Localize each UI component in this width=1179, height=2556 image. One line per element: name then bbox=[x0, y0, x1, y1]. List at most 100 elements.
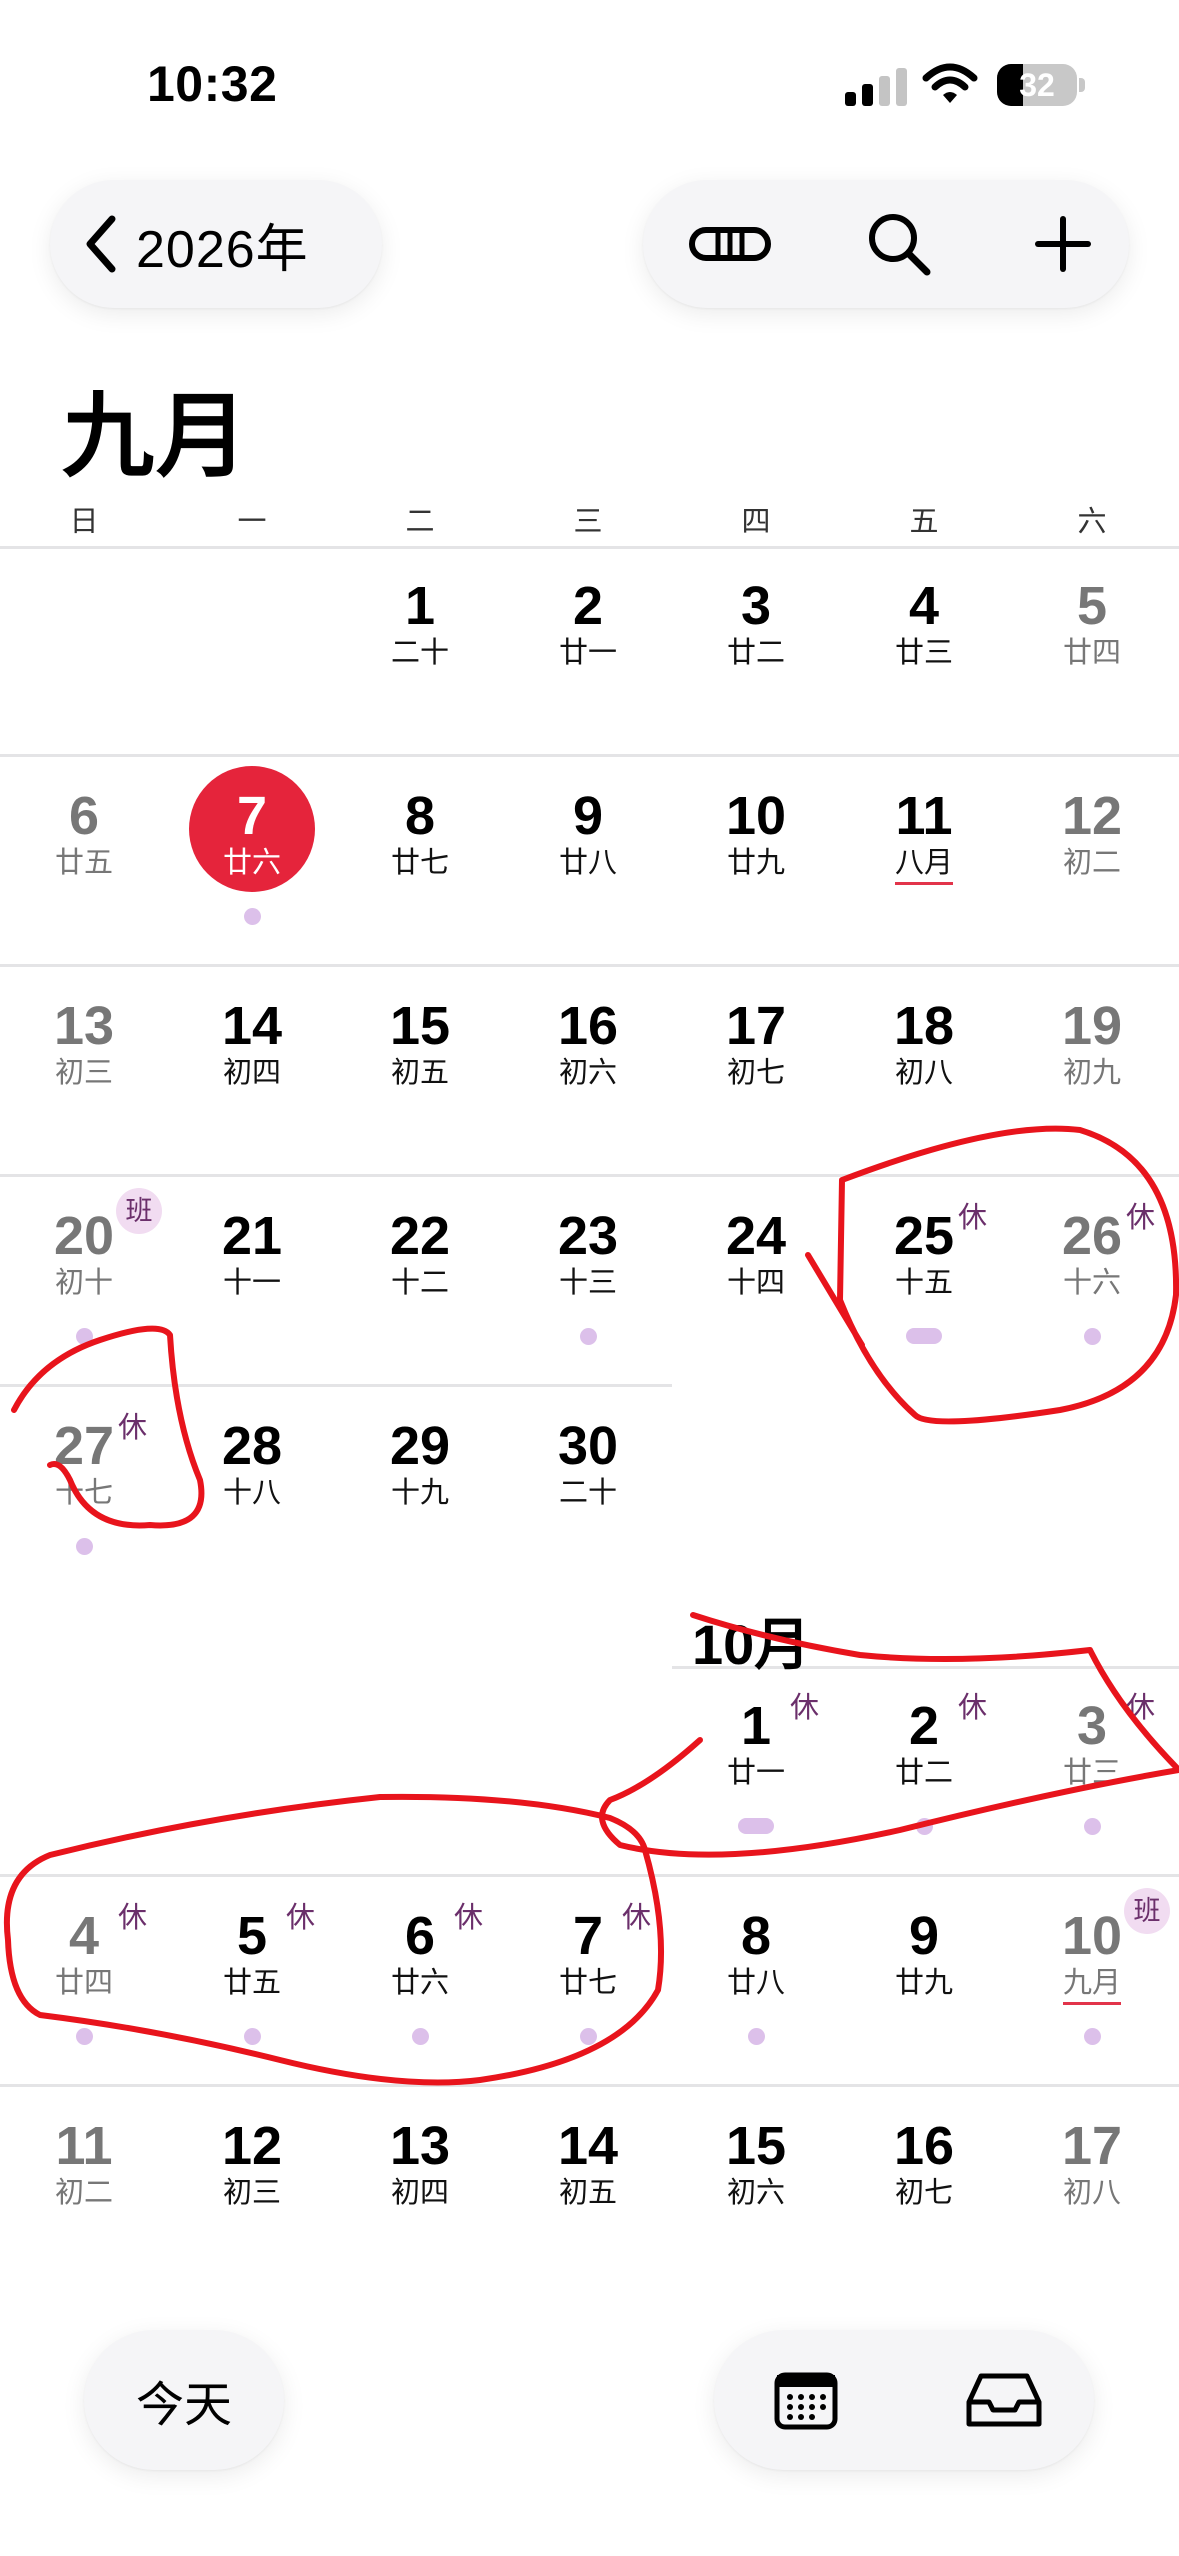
event-dot bbox=[738, 1818, 774, 1834]
battery-nub bbox=[1079, 78, 1085, 92]
day-cell[interactable]: 2 廿二休 bbox=[840, 1668, 1008, 1835]
day-cell[interactable]: 28 十八 bbox=[168, 1388, 336, 1518]
day-cell[interactable]: 13 初四 bbox=[336, 2088, 504, 2218]
day-cell[interactable]: 3 廿二 bbox=[672, 548, 840, 678]
day-cell-today[interactable]: 7 廿六 bbox=[168, 758, 336, 925]
grid-line bbox=[0, 964, 1179, 967]
today-button[interactable]: 今天 bbox=[84, 2330, 284, 2470]
search-button[interactable] bbox=[859, 204, 939, 284]
workday-badge: 班 bbox=[1124, 1888, 1170, 1934]
weekday-header: 日 一 二 三 四 五 六 bbox=[0, 498, 1179, 546]
day-cell[interactable]: 16 初七 bbox=[840, 2088, 1008, 2218]
day-cell[interactable]: 15 初五 bbox=[336, 968, 504, 1098]
day-cell[interactable]: 25 十五休 bbox=[840, 1178, 1008, 1344]
day-number: 16 bbox=[557, 996, 619, 1056]
day-cell[interactable]: 11 初二 bbox=[0, 2088, 168, 2218]
day-number: 28 bbox=[221, 1416, 283, 1476]
cellular-signal-icon bbox=[845, 66, 907, 106]
day-cell[interactable]: 17 初七 bbox=[672, 968, 840, 1098]
status-time: 10:32 bbox=[147, 56, 278, 112]
lunar-date: 廿八 bbox=[726, 1967, 785, 1999]
day-number: 15 bbox=[389, 996, 451, 1056]
lunar-date: 十一 bbox=[222, 1267, 281, 1299]
lunar-date: 十九 bbox=[390, 1477, 449, 1509]
day-cell[interactable]: 19 初九 bbox=[1008, 968, 1176, 1098]
day-cell[interactable]: 12 初三 bbox=[168, 2088, 336, 2218]
day-cell[interactable]: 7 廿七休 bbox=[504, 1878, 672, 2045]
day-cell[interactable]: 4 廿四休 bbox=[0, 1878, 168, 2045]
day-cell[interactable]: 26 十六休 bbox=[1008, 1178, 1176, 1345]
lunar-date: 二十 bbox=[558, 1477, 617, 1509]
holiday-badge: 休 bbox=[958, 1692, 988, 1724]
lunar-date: 初十 bbox=[54, 1267, 113, 1299]
day-cell[interactable]: 10 九月班 bbox=[1008, 1878, 1176, 2045]
lunar-date: 廿二 bbox=[726, 637, 785, 669]
day-number: 9 bbox=[572, 786, 604, 846]
day-cell[interactable]: 12 初二 bbox=[1008, 758, 1176, 888]
day-cell[interactable]: 27 十七休 bbox=[0, 1388, 168, 1555]
search-icon bbox=[869, 214, 931, 276]
lunar-date: 十四 bbox=[726, 1267, 785, 1299]
wifi-icon bbox=[922, 63, 978, 103]
day-cell[interactable]: 10 廿九 bbox=[672, 758, 840, 888]
event-dot bbox=[580, 1328, 597, 1345]
day-cell[interactable]: 15 初六 bbox=[672, 2088, 840, 2218]
day-cell[interactable]: 20 初十班 bbox=[0, 1178, 168, 1345]
view-toggle-button[interactable] bbox=[680, 204, 780, 284]
grid-line bbox=[0, 2084, 1179, 2087]
day-cell[interactable]: 1 廿一休 bbox=[672, 1668, 840, 1834]
day-cell[interactable]: 6 廿五 bbox=[0, 758, 168, 888]
day-cell[interactable]: 13 初三 bbox=[0, 968, 168, 1098]
day-number: 12 bbox=[1061, 786, 1123, 846]
day-cell[interactable]: 29 十九 bbox=[336, 1388, 504, 1518]
day-number: 8 bbox=[740, 1906, 772, 1966]
lunar-date: 廿九 bbox=[726, 847, 785, 879]
day-cell[interactable]: 16 初六 bbox=[504, 968, 672, 1098]
day-cell[interactable]: 9 廿九 bbox=[840, 1878, 1008, 2008]
lunar-date: 初四 bbox=[222, 1057, 281, 1089]
back-to-year-button[interactable]: 2026年 bbox=[50, 180, 382, 308]
day-cell[interactable]: 8 廿八 bbox=[672, 1878, 840, 2045]
lunar-date: 初五 bbox=[558, 2177, 617, 2209]
inbox-button[interactable] bbox=[964, 2360, 1044, 2440]
day-number: 11 bbox=[895, 786, 953, 846]
day-cell[interactable]: 21 十一 bbox=[168, 1178, 336, 1308]
day-cell[interactable]: 5 廿四 bbox=[1008, 548, 1176, 678]
day-cell[interactable]: 30 二十 bbox=[504, 1388, 672, 1518]
day-cell[interactable]: 23 十三 bbox=[504, 1178, 672, 1345]
day-number: 7 bbox=[236, 786, 268, 846]
grid-line bbox=[0, 1174, 1179, 1177]
day-cell[interactable]: 14 初四 bbox=[168, 968, 336, 1098]
day-cell[interactable]: 1 二十 bbox=[336, 548, 504, 678]
lunar-date: 廿六 bbox=[390, 1967, 449, 1999]
lunar-date: 十七 bbox=[54, 1477, 113, 1509]
weekday-fri: 五 bbox=[909, 506, 939, 538]
day-cell[interactable]: 22 十二 bbox=[336, 1178, 504, 1308]
lunar-date: 十六 bbox=[1062, 1267, 1121, 1299]
lunar-date: 初三 bbox=[54, 1057, 113, 1089]
day-cell[interactable]: 9 廿八 bbox=[504, 758, 672, 888]
lunar-date: 十八 bbox=[222, 1477, 281, 1509]
lunar-date: 廿四 bbox=[54, 1967, 113, 1999]
event-dot bbox=[580, 2028, 597, 2045]
calendars-button[interactable] bbox=[766, 2360, 846, 2440]
event-dot bbox=[244, 2028, 261, 2045]
day-cell[interactable]: 5 廿五休 bbox=[168, 1878, 336, 2045]
day-cell[interactable]: 6 廿六休 bbox=[336, 1878, 504, 2045]
day-number: 19 bbox=[1061, 996, 1123, 1056]
lunar-date: 初六 bbox=[558, 1057, 617, 1089]
today-label: 今天 bbox=[135, 2379, 232, 2432]
day-number: 8 bbox=[404, 786, 436, 846]
day-cell[interactable]: 18 初八 bbox=[840, 968, 1008, 1098]
day-cell[interactable]: 4 廿三 bbox=[840, 548, 1008, 678]
day-cell[interactable]: 2 廿一 bbox=[504, 548, 672, 678]
day-cell[interactable]: 24 十四 bbox=[672, 1178, 840, 1308]
day-cell[interactable]: 17 初八 bbox=[1008, 2088, 1176, 2218]
day-cell[interactable]: 11 八月 bbox=[840, 758, 1008, 888]
day-number: 30 bbox=[557, 1416, 619, 1476]
day-cell[interactable]: 8 廿七 bbox=[336, 758, 504, 888]
holiday-badge: 休 bbox=[622, 1902, 652, 1934]
add-event-button[interactable] bbox=[1023, 204, 1103, 284]
day-cell[interactable]: 3 廿三休 bbox=[1008, 1668, 1176, 1835]
day-cell[interactable]: 14 初五 bbox=[504, 2088, 672, 2218]
